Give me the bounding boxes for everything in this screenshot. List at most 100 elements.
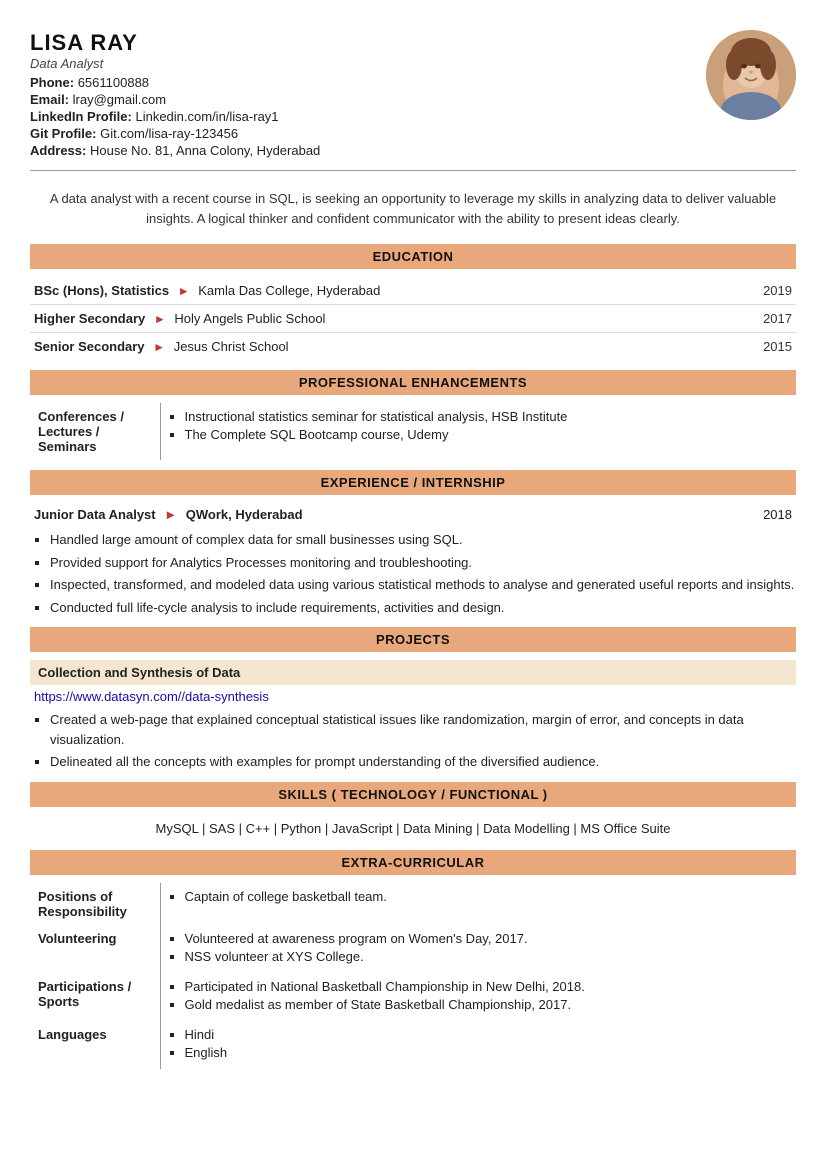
list-item: Delineated all the concepts with example…: [50, 752, 796, 772]
candidate-name: LISA RAY: [30, 30, 320, 56]
project-link[interactable]: https://www.datasyn.com//data-synthesis: [30, 689, 796, 704]
list-item: NSS volunteer at XYS College.: [185, 949, 789, 964]
education-section: EDUCATION BSc (Hons), Statistics ► Kamla…: [30, 244, 796, 360]
git-label: Git Profile:: [30, 126, 96, 141]
experience-header: EXPERIENCE / INTERNSHIP: [30, 470, 796, 495]
summary-text: A data analyst with a recent course in S…: [30, 181, 796, 236]
extracurricular-header: EXTRA-CURRICULAR: [30, 850, 796, 875]
phone-line: Phone: 6561100888: [30, 75, 320, 90]
extra-list: Hindi English: [169, 1027, 789, 1060]
edu-institution: Holy Angels Public School: [174, 311, 325, 326]
linkedin-line: LinkedIn Profile: Linkedin.com/in/lisa-r…: [30, 109, 320, 124]
experience-year: 2018: [763, 507, 792, 522]
experience-section: EXPERIENCE / INTERNSHIP Junior Data Anal…: [30, 470, 796, 617]
arrow-icon: ►: [154, 312, 166, 326]
edu-entry: BSc (Hons), Statistics ► Kamla Das Colle…: [34, 283, 380, 298]
extra-items: Hindi English: [160, 1021, 796, 1069]
project-bullets: Created a web-page that explained concep…: [30, 710, 796, 772]
skills-list: MySQL | SAS | C++ | Python | JavaScript …: [30, 815, 796, 840]
extra-category: Volunteering: [30, 925, 160, 973]
skills-header: SKILLS ( TECHNOLOGY / FUNCTIONAL ): [30, 782, 796, 807]
list-item: Participated in National Basketball Cham…: [185, 979, 789, 994]
list-item: English: [185, 1045, 789, 1060]
header-divider: [30, 170, 796, 171]
arrow-icon: ►: [153, 340, 165, 354]
list-item: Handled large amount of complex data for…: [50, 530, 796, 550]
table-row: Positions ofResponsibility Captain of co…: [30, 883, 796, 925]
job-role: Junior Data Analyst: [34, 507, 156, 522]
education-header: EDUCATION: [30, 244, 796, 269]
phone-label: Phone:: [30, 75, 74, 90]
edu-year: 2015: [763, 339, 792, 354]
avatar: [706, 30, 796, 120]
extra-items: Captain of college basketball team.: [160, 883, 796, 925]
list-item: Conducted full life-cycle analysis to in…: [50, 598, 796, 618]
address-label: Address:: [30, 143, 86, 158]
arrow-icon: ►: [178, 284, 190, 298]
email-value: lray@gmail.com: [73, 92, 166, 107]
address-value: House No. 81, Anna Colony, Hyderabad: [90, 143, 320, 158]
list-item: Instructional statistics seminar for sta…: [185, 409, 789, 424]
list-item: Gold medalist as member of State Basketb…: [185, 997, 789, 1012]
list-item: Captain of college basketball team.: [185, 889, 789, 904]
pro-items: Instructional statistics seminar for sta…: [160, 403, 796, 460]
list-item: Inspected, transformed, and modeled data…: [50, 575, 796, 595]
git-value: Git.com/lisa-ray-123456: [100, 126, 238, 141]
extra-category: Languages: [30, 1021, 160, 1069]
experience-bullets: Handled large amount of complex data for…: [30, 530, 796, 617]
extra-list: Volunteered at awareness program on Wome…: [169, 931, 789, 964]
edu-entry: Senior Secondary ► Jesus Christ School: [34, 339, 289, 354]
arrow-icon: ►: [164, 507, 177, 522]
pro-category: Conferences /Lectures /Seminars: [30, 403, 160, 460]
list-item: Provided support for Analytics Processes…: [50, 553, 796, 573]
extra-list: Captain of college basketball team.: [169, 889, 789, 904]
list-item: Hindi: [185, 1027, 789, 1042]
list-item: The Complete SQL Bootcamp course, Udemy: [185, 427, 789, 442]
resume-header: LISA RAY Data Analyst Phone: 6561100888 …: [30, 30, 796, 160]
extra-category: Positions ofResponsibility: [30, 883, 160, 925]
list-item: Volunteered at awareness program on Wome…: [185, 931, 789, 946]
edu-entry: Higher Secondary ► Holy Angels Public Sc…: [34, 311, 325, 326]
linkedin-value: Linkedin.com/in/lisa-ray1: [135, 109, 278, 124]
experience-title-row: Junior Data Analyst ► QWork, Hyderabad 2…: [30, 503, 796, 526]
edu-institution: Kamla Das College, Hyderabad: [198, 283, 380, 298]
linkedin-label: LinkedIn Profile:: [30, 109, 132, 124]
edu-degree: BSc (Hons), Statistics: [34, 283, 169, 298]
professional-section: PROFESSIONAL ENHANCEMENTS Conferences /L…: [30, 370, 796, 460]
project-url[interactable]: https://www.datasyn.com//data-synthesis: [34, 689, 269, 704]
extracurricular-table: Positions ofResponsibility Captain of co…: [30, 883, 796, 1069]
email-line: Email: lray@gmail.com: [30, 92, 320, 107]
edu-degree: Senior Secondary: [34, 339, 145, 354]
project-title: Collection and Synthesis of Data: [30, 660, 796, 685]
address-line: Address: House No. 81, Anna Colony, Hyde…: [30, 143, 320, 158]
table-row: Higher Secondary ► Holy Angels Public Sc…: [30, 305, 796, 333]
phone-value: 6561100888: [78, 75, 149, 90]
table-row: Volunteering Volunteered at awareness pr…: [30, 925, 796, 973]
projects-section: PROJECTS Collection and Synthesis of Dat…: [30, 627, 796, 772]
extra-list: Participated in National Basketball Cham…: [169, 979, 789, 1012]
extracurricular-section: EXTRA-CURRICULAR Positions ofResponsibil…: [30, 850, 796, 1069]
skills-section: SKILLS ( TECHNOLOGY / FUNCTIONAL ) MySQL…: [30, 782, 796, 840]
extra-items: Participated in National Basketball Cham…: [160, 973, 796, 1021]
table-row: Languages Hindi English: [30, 1021, 796, 1069]
projects-header: PROJECTS: [30, 627, 796, 652]
company-name: QWork, Hyderabad: [186, 507, 303, 522]
list-item: Created a web-page that explained concep…: [50, 710, 796, 749]
experience-title: Junior Data Analyst ► QWork, Hyderabad: [34, 507, 303, 522]
edu-year: 2019: [763, 283, 792, 298]
professional-header: PROFESSIONAL ENHANCEMENTS: [30, 370, 796, 395]
professional-table: Conferences /Lectures /Seminars Instruct…: [30, 403, 796, 460]
table-row: Participations /Sports Participated in N…: [30, 973, 796, 1021]
git-line: Git Profile: Git.com/lisa-ray-123456: [30, 126, 320, 141]
extra-category: Participations /Sports: [30, 973, 160, 1021]
table-row: Senior Secondary ► Jesus Christ School 2…: [30, 333, 796, 360]
education-rows: BSc (Hons), Statistics ► Kamla Das Colle…: [30, 277, 796, 360]
table-row: BSc (Hons), Statistics ► Kamla Das Colle…: [30, 277, 796, 305]
edu-year: 2017: [763, 311, 792, 326]
table-row: Conferences /Lectures /Seminars Instruct…: [30, 403, 796, 460]
edu-institution: Jesus Christ School: [174, 339, 289, 354]
edu-degree: Higher Secondary: [34, 311, 145, 326]
header-info: LISA RAY Data Analyst Phone: 6561100888 …: [30, 30, 320, 160]
job-title: Data Analyst: [30, 56, 320, 71]
pro-list: Instructional statistics seminar for sta…: [169, 409, 789, 442]
